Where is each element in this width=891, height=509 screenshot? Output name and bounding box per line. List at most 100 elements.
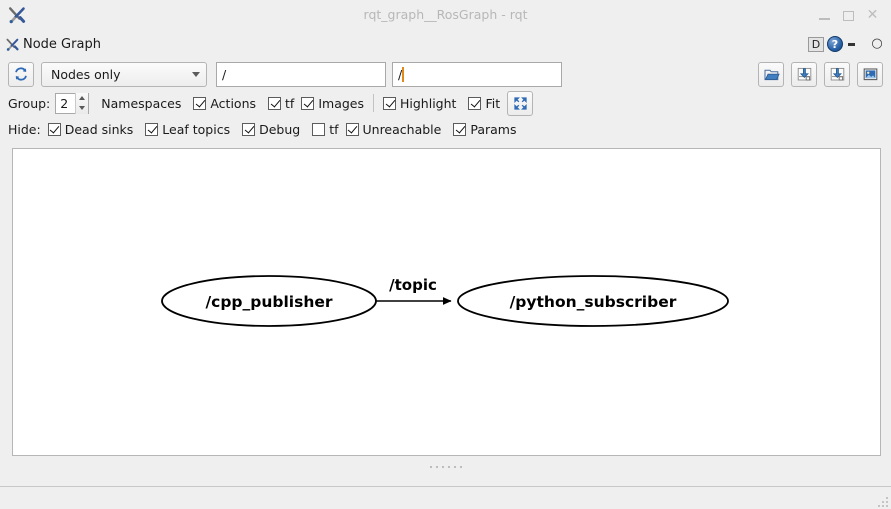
namespaces-label: Namespaces [101, 95, 182, 111]
graph-node-python-subscriber[interactable]: /python_subscriber [457, 275, 729, 327]
checkbox-label: tf [329, 121, 339, 137]
checkbox-label: Fit [485, 95, 501, 111]
checkbox-tf[interactable]: tf [268, 96, 294, 111]
save-svg-button[interactable] [824, 61, 850, 87]
fit-in-view-icon [513, 96, 527, 110]
checkbox-box[interactable] [47, 122, 61, 136]
topic-filter-input[interactable]: / [392, 61, 562, 87]
window-controls: ✕ [818, 8, 885, 22]
checkbox-box[interactable] [301, 96, 315, 110]
checkbox-hide-tf[interactable]: tf [312, 121, 339, 137]
save-dot-icon [797, 67, 811, 80]
splitter-dot [447, 466, 450, 468]
window-minimize-button[interactable] [818, 9, 831, 22]
node-label: /cpp_publisher [205, 293, 332, 311]
splitter-dot [435, 466, 438, 468]
checkbox-box[interactable] [312, 122, 326, 136]
checkbox-label: Debug [259, 121, 301, 137]
refresh-icon [15, 67, 27, 81]
tools-icon [4, 36, 21, 53]
checkbox-actions[interactable]: Actions [193, 96, 256, 111]
checkbox-highlight[interactable]: Highlight [383, 96, 456, 111]
splitter-dot [459, 466, 462, 468]
checkbox-label: Images [318, 95, 364, 111]
checkbox-label: Params [470, 121, 517, 137]
window-maximize-button[interactable] [842, 9, 855, 22]
resize-grip-icon[interactable] [875, 494, 888, 507]
graph-type-combobox[interactable]: Nodes only [41, 61, 207, 87]
checkbox-params[interactable]: Params [453, 122, 516, 137]
hide-label: Hide: [8, 121, 41, 137]
refresh-button[interactable] [8, 61, 34, 87]
graph-edge-topic[interactable]: /topic [376, 276, 452, 305]
text-caret [402, 66, 404, 82]
graph-toolbar: Nodes only / / Group: 2 Namespaces Actio… [0, 58, 891, 142]
dock-float-button[interactable]: D [808, 36, 824, 52]
checkbox-box[interactable] [268, 96, 282, 110]
splitter-dot [441, 466, 444, 468]
save-dot-button[interactable] [791, 61, 817, 87]
checkbox-dead-sinks[interactable]: Dead sinks [47, 121, 134, 137]
status-bar [0, 486, 891, 509]
checkbox-label: Highlight [400, 95, 457, 111]
toolbar-export-buttons [758, 61, 883, 87]
toolbar-row-hide: Hide: Dead sinks Leaf topics Debug tf Un… [8, 116, 883, 142]
dock-minimize-button[interactable] [846, 37, 860, 51]
checkbox-leaf-topics[interactable]: Leaf topics [145, 122, 230, 137]
checkbox-box[interactable] [468, 96, 482, 110]
checkbox-debug[interactable]: Debug [242, 122, 300, 137]
checkbox-label: Actions [210, 95, 257, 111]
dock-widget-header: Node Graph D ? ○ [0, 30, 891, 58]
splitter-dot [453, 466, 456, 468]
graph-type-value: Nodes only [51, 66, 121, 82]
toolbar-row-filters: Nodes only / / [8, 58, 883, 90]
chevron-down-icon[interactable] [79, 106, 86, 111]
splitter-dot [429, 466, 432, 468]
splitter-handle[interactable] [0, 456, 891, 478]
group-spinbox-arrows[interactable] [75, 92, 89, 114]
node-filter-input[interactable]: / [216, 61, 386, 87]
node-label: /python_subscriber [510, 293, 677, 311]
chevron-up-icon[interactable] [79, 95, 86, 100]
checkbox-box[interactable] [193, 96, 207, 110]
rqt-main-window: rqt_graph__RosGraph - rqt ✕ Node Graph D… [0, 0, 891, 509]
checkbox-label: Unreachable [362, 121, 442, 137]
checkbox-unreachable[interactable]: Unreachable [345, 121, 442, 137]
folder-open-icon [764, 69, 780, 80]
checkbox-box[interactable] [145, 122, 159, 136]
checkbox-box[interactable] [345, 122, 359, 136]
group-label: Group: [8, 95, 51, 111]
checkbox-fit[interactable]: Fit [468, 96, 500, 111]
checkbox-label: Dead sinks [64, 121, 134, 137]
checkbox-box[interactable] [242, 122, 256, 136]
image-icon [863, 67, 877, 80]
dock-title-group: Node Graph [4, 36, 101, 53]
tools-icon [6, 4, 28, 26]
graph-edge-label: /topic [389, 276, 437, 294]
checkbox-label: Leaf topics [162, 121, 231, 137]
chevron-down-icon [192, 71, 200, 77]
help-icon[interactable]: ? [827, 36, 843, 52]
ros-graph-svg[interactable]: /topic /cpp_publisher /python_subscriber [13, 149, 881, 455]
graph-node-cpp-publisher[interactable]: /cpp_publisher [161, 275, 377, 327]
group-spinbox[interactable]: 2 [55, 92, 90, 114]
fit-in-view-button[interactable] [507, 90, 534, 116]
checkbox-box[interactable] [383, 96, 396, 110]
dock-title-label: Node Graph [23, 36, 101, 52]
checkbox-images[interactable]: Images [301, 96, 364, 111]
ros-graph-canvas[interactable]: /topic /cpp_publisher /python_subscriber [12, 148, 881, 456]
node-filter-value: / [222, 66, 227, 82]
dock-close-button[interactable]: ○ [869, 36, 885, 52]
window-close-button[interactable]: ✕ [866, 8, 879, 22]
checkbox-box[interactable] [453, 122, 467, 136]
checkbox-label: tf [285, 95, 295, 111]
toolbar-row-options: Group: 2 Namespaces Actions tf Images Hi… [8, 90, 883, 116]
window-titlebar: rqt_graph__RosGraph - rqt ✕ [0, 0, 891, 30]
dock-widget-buttons: D ? ○ [808, 36, 885, 52]
toolbar-separator [373, 94, 374, 112]
group-value: 2 [60, 95, 69, 111]
save-svg-icon [830, 67, 844, 80]
save-image-button[interactable] [857, 61, 883, 87]
load-dot-button[interactable] [758, 61, 784, 87]
window-title: rqt_graph__RosGraph - rqt [363, 7, 528, 22]
